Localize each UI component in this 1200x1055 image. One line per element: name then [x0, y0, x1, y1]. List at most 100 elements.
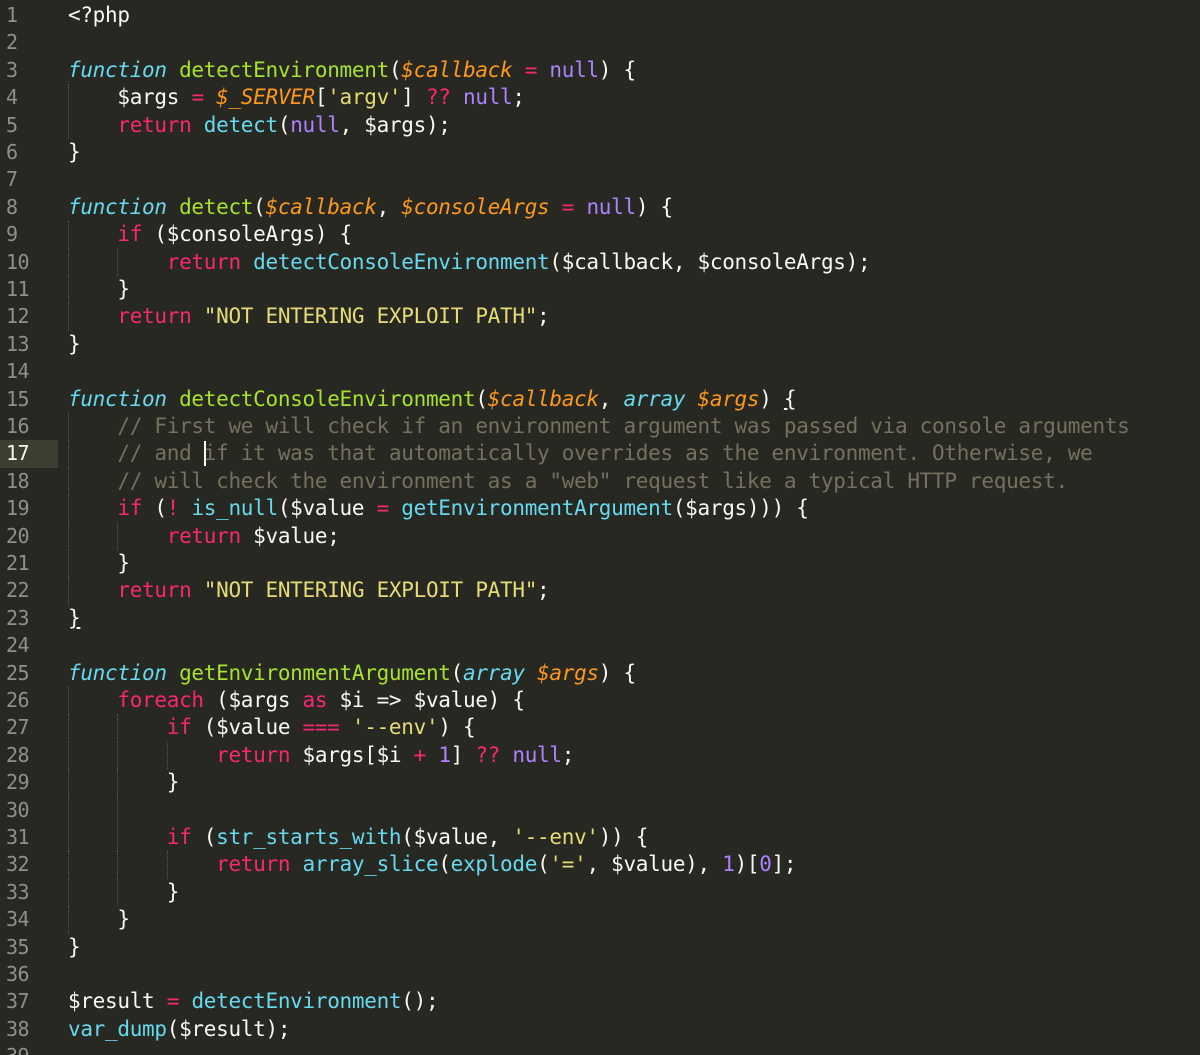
token-support: var_dump — [68, 1016, 167, 1041]
line-number: 27 — [6, 715, 30, 740]
token-plain: )[ — [734, 852, 760, 877]
code-line[interactable]: 2 — [0, 29, 1200, 56]
line-number: 37 — [6, 989, 30, 1014]
code-editor[interactable]: 1 <?php 2 3 function detectEnvironment($call… — [0, 0, 1200, 1055]
line-code: if ($value === '--env') { — [68, 714, 476, 741]
code-line[interactable]: 11 } — [0, 276, 1200, 304]
indent-guide — [68, 111, 69, 139]
token-fn: getEnvironmentArgument — [179, 660, 451, 685]
line-number: 31 — [6, 825, 30, 849]
code-line[interactable]: 1 <?php — [0, 2, 1200, 29]
code-line[interactable]: 9 if ($consoleArgs) { — [0, 221, 1200, 249]
line-code: if (! is_null($value = getEnvironmentArg… — [68, 495, 809, 522]
token-plain: ($value, — [401, 825, 513, 849]
token-kw: foreach — [117, 688, 204, 712]
token-kw: return — [117, 304, 192, 329]
code-line[interactable]: 15 function detectConsoleEnvironment($cal… — [0, 386, 1200, 413]
code-line[interactable]: 21 } — [0, 550, 1200, 578]
token-storage: function — [68, 194, 167, 219]
code-line[interactable]: 14 — [0, 358, 1200, 385]
indent-guide — [68, 440, 69, 468]
token-kw: return — [166, 249, 241, 274]
token-str: '--env' — [351, 715, 439, 740]
code-line[interactable]: 37 $result = detectEnvironment(); — [0, 988, 1200, 1015]
code-line[interactable]: 23} — [0, 605, 1200, 632]
indent-guide — [117, 248, 119, 276]
code-line[interactable]: 34 } — [0, 906, 1200, 934]
line-code: } — [68, 276, 130, 303]
indent-guide — [68, 495, 69, 523]
token-support: is_null — [191, 496, 278, 521]
indent-guide — [68, 796, 69, 824]
token-support: explode — [450, 852, 538, 877]
code-line[interactable]: 12 return "NOT ENTERING EXPLOIT PATH"; — [0, 303, 1200, 331]
indent-guide — [117, 769, 119, 797]
code-line[interactable]: 38 var_dump($result); — [0, 1016, 1200, 1043]
code-line[interactable]: 39 — [0, 1043, 1200, 1055]
code-line[interactable]: 24 — [0, 632, 1200, 659]
code-line[interactable]: 33 } — [0, 878, 1200, 907]
line-number: 5 — [6, 112, 18, 137]
line-code: // and if it was that automatically over… — [68, 440, 1092, 467]
token-plain: [ — [314, 85, 328, 110]
code-line[interactable]: 17 // and if it was that automatically o… — [0, 440, 1200, 468]
token-cm: // and if it was that automatically over… — [117, 441, 1093, 466]
code-line[interactable]: 13} — [0, 331, 1200, 358]
token-plain: ; — [537, 578, 550, 603]
token-fn: detect — [179, 194, 254, 219]
code-line[interactable]: 4 $args = $_SERVER['argv'] ?? null; — [0, 84, 1200, 112]
code-line[interactable]: 35} — [0, 934, 1200, 961]
code-line[interactable]: 28 return $args[$i + 1] ?? null; — [0, 741, 1200, 770]
token-ul: { — [783, 386, 797, 411]
token-kw: if — [166, 825, 192, 849]
code-line[interactable]: 8 function detect($callback, $consoleArgs… — [0, 194, 1200, 221]
line-number: 15 — [6, 386, 30, 411]
line-code: // will check the environment as a "web"… — [68, 468, 1068, 495]
token-const: null — [549, 57, 599, 82]
line-code: function detectConsoleEnvironment($callb… — [68, 386, 797, 413]
code-line[interactable]: 16 // First we will check if an environm… — [0, 413, 1200, 441]
token-num: 0 — [759, 852, 772, 877]
code-line[interactable]: 6} — [0, 139, 1200, 166]
code-line[interactable]: 30 — [0, 796, 1200, 824]
code-line[interactable]: 27 if ($value === '--env') { — [0, 714, 1200, 742]
code-line[interactable]: 18 // will check the environment as a "w… — [0, 467, 1200, 496]
line-code: } — [68, 906, 130, 933]
token-kw: if — [117, 496, 143, 521]
code-line[interactable]: 20 return $value; — [0, 522, 1200, 550]
line-number: 25 — [6, 660, 30, 685]
code-line[interactable]: 7 — [0, 166, 1200, 193]
line-number: 32 — [6, 852, 30, 877]
line-code: $result = detectEnvironment(); — [68, 988, 439, 1015]
code-line[interactable]: 25 function getEnvironmentArgument(array … — [0, 660, 1200, 687]
line-number: 12 — [6, 304, 30, 329]
line-number: 13 — [6, 331, 30, 356]
token-op: ! — [166, 496, 180, 521]
code-line[interactable]: 19 if (! is_null($value = getEnvironment… — [0, 495, 1200, 523]
token-plain: ( — [277, 112, 291, 137]
code-line[interactable]: 32 return array_slice(explode('=', $valu… — [0, 851, 1200, 879]
code-line[interactable]: 26 foreach ($args as $i => $value) { — [0, 687, 1200, 715]
code-line[interactable]: 10 return detectConsoleEnvironment($call… — [0, 248, 1200, 276]
line-number: 8 — [6, 194, 18, 219]
indent-guide — [68, 878, 69, 907]
token-str: '--env' — [512, 825, 599, 849]
code-line[interactable]: 3 function detectEnvironment($callback = … — [0, 57, 1200, 84]
token-plain: } — [68, 140, 81, 164]
code-line[interactable]: 22 return "NOT ENTERING EXPLOIT PATH"; — [0, 577, 1200, 605]
code-line[interactable]: 5 return detect(null, $args); — [0, 111, 1200, 139]
indent-guide — [117, 824, 119, 852]
token-plain: ] — [450, 742, 476, 767]
code-line[interactable]: 31 if (str_starts_with($value, '--env'))… — [0, 824, 1200, 852]
line-number: 6 — [6, 140, 18, 164]
code-line[interactable]: 36 — [0, 961, 1200, 988]
line-number: 3 — [6, 57, 18, 82]
token-plain: } — [68, 770, 180, 795]
code-line[interactable]: 29 } — [0, 769, 1200, 797]
